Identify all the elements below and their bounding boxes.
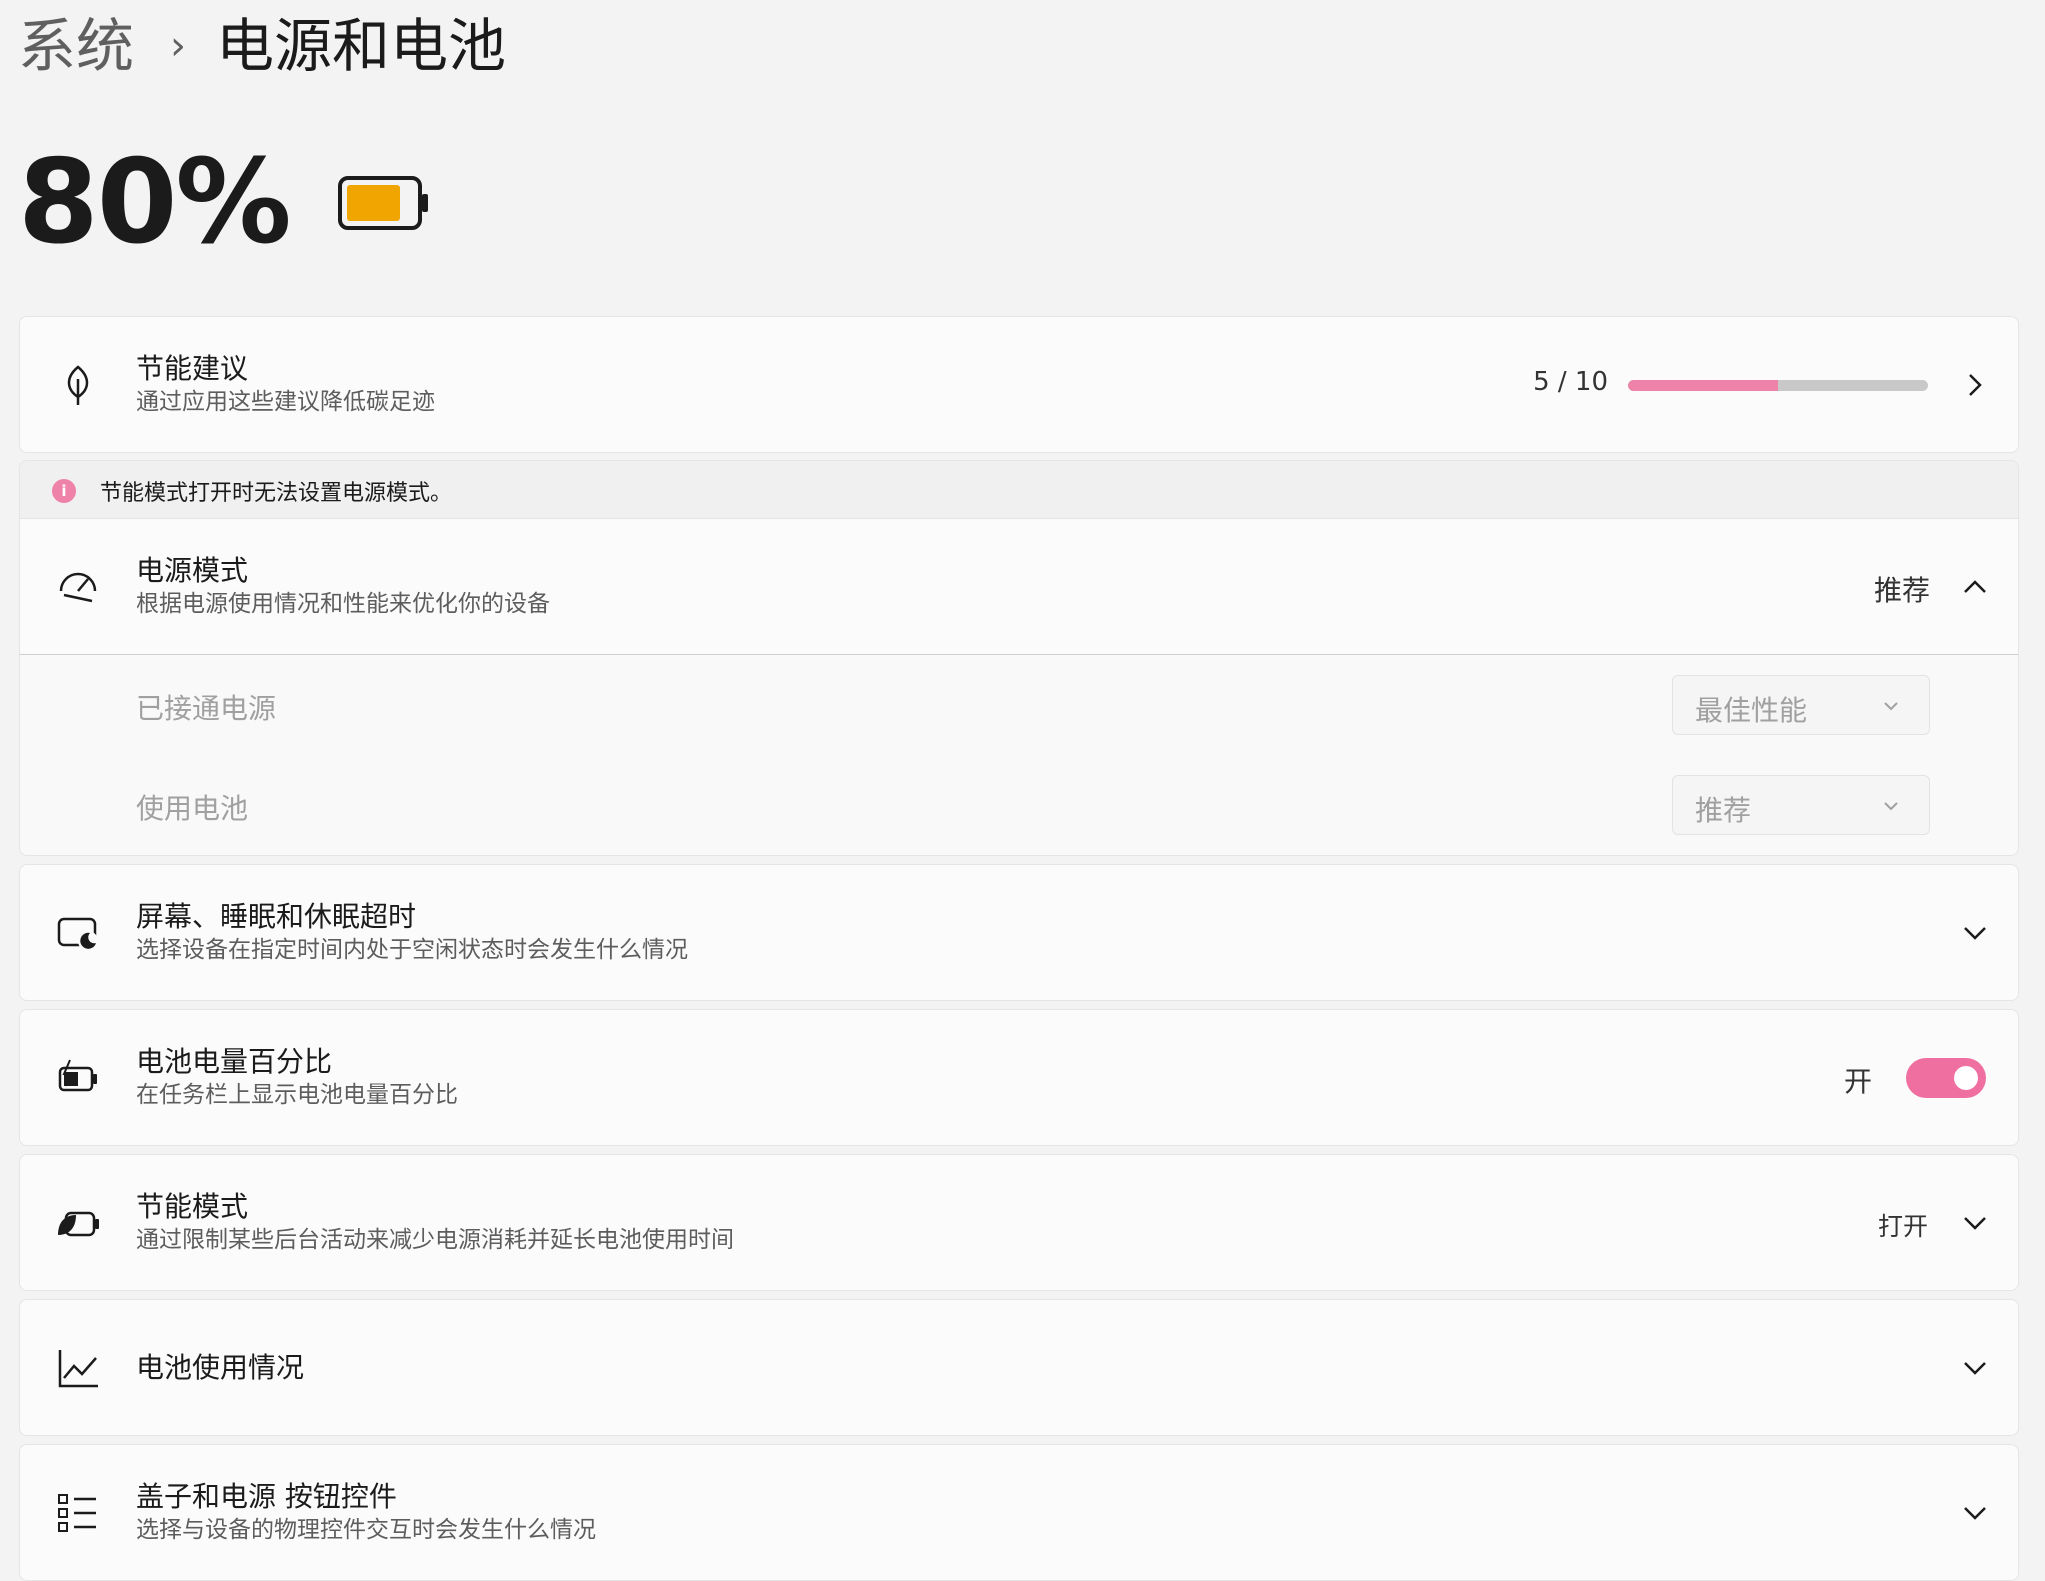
on-battery-mode-dropdown[interactable]: 推荐: [1672, 775, 1930, 835]
screen-sleep-card[interactable]: 屏幕、睡眠和休眠超时 选择设备在指定时间内处于空闲状态时会发生什么情况: [19, 864, 2019, 1001]
plugged-in-mode-dropdown[interactable]: 最佳性能: [1672, 675, 1930, 735]
recommendations-progress-count: 5 / 10: [1533, 367, 1608, 397]
notice-text: 节能模式打开时无法设置电源模式。: [100, 481, 453, 506]
battery-percentage-card: 电池电量百分比 在任务栏上显示电池电量百分比 开: [19, 1009, 2019, 1146]
lid-power-buttons-title: 盖子和电源 按钮控件: [136, 1480, 397, 1513]
energy-recommendations-title: 节能建议: [136, 352, 249, 385]
plugged-in-mode-value: 最佳性能: [1695, 694, 1808, 727]
energy-recommendations-card[interactable]: 节能建议 通过应用这些建议降低碳足迹 5 / 10: [19, 316, 2019, 453]
power-mode-title: 电源模式: [136, 554, 249, 587]
list-controls-icon: [56, 1491, 100, 1535]
breadcrumb: 系统 › 电源和电池: [18, 10, 506, 82]
info-icon: i: [52, 479, 76, 503]
battery-icon: [337, 176, 430, 230]
screen-sleep-icon: [56, 911, 100, 955]
chevron-down-icon: [1881, 696, 1901, 716]
energy-saver-status: 打开: [1877, 1212, 1928, 1241]
energy-saver-subtitle: 通过限制某些后台活动来减少电源消耗并延长电池使用时间: [136, 1227, 734, 1253]
battery-percent-label: 80%: [18, 135, 292, 270]
power-mode-options: 已接通电源 最佳性能 使用电池 推荐: [19, 654, 2019, 856]
recommendations-progress-bar: [1628, 380, 1928, 391]
chevron-up-icon[interactable]: [1960, 572, 1990, 602]
recommendations-progress-fill: [1628, 380, 1778, 391]
battery-usage-card[interactable]: 电池使用情况: [19, 1299, 2019, 1436]
power-mode-subtitle: 根据电源使用情况和性能来优化你的设备: [136, 591, 550, 617]
battery-percentage-toggle-label: 开: [1843, 1065, 1872, 1098]
chevron-down-icon[interactable]: [1960, 1353, 1990, 1383]
battery-usage-title: 电池使用情况: [136, 1351, 305, 1384]
power-mode-card[interactable]: 电源模式 根据电源使用情况和性能来优化你的设备 推荐: [19, 518, 2019, 655]
line-chart-icon: [56, 1346, 100, 1390]
page-title: 电源和电池: [216, 12, 507, 80]
chevron-down-icon[interactable]: [1960, 1208, 1990, 1238]
on-battery-label: 使用电池: [136, 792, 249, 825]
energy-saver-notice: i 节能模式打开时无法设置电源模式。: [19, 460, 2019, 518]
chevron-down-icon[interactable]: [1960, 1498, 1990, 1528]
battery-percentage-subtitle: 在任务栏上显示电池电量百分比: [136, 1082, 458, 1108]
energy-saver-leaf-battery-icon: [56, 1201, 100, 1245]
screen-sleep-subtitle: 选择设备在指定时间内处于空闲状态时会发生什么情况: [136, 937, 688, 963]
lid-power-buttons-subtitle: 选择与设备的物理控件交互时会发生什么情况: [136, 1517, 596, 1543]
chevron-down-icon[interactable]: [1960, 918, 1990, 948]
lid-power-buttons-card[interactable]: 盖子和电源 按钮控件 选择与设备的物理控件交互时会发生什么情况: [19, 1444, 2019, 1581]
battery-status: 80%: [18, 138, 430, 268]
battery-percentage-toggle[interactable]: [1906, 1058, 1986, 1098]
toggle-knob: [1954, 1066, 1978, 1090]
on-battery-mode-value: 推荐: [1695, 794, 1752, 827]
battery-charging-icon: [56, 1056, 100, 1100]
chevron-down-icon: [1881, 796, 1901, 816]
energy-saver-card[interactable]: 节能模式 通过限制某些后台活动来减少电源消耗并延长电池使用时间 打开: [19, 1154, 2019, 1291]
plugged-in-label: 已接通电源: [136, 692, 277, 725]
leaf-icon: [56, 363, 100, 407]
energy-saver-title: 节能模式: [136, 1190, 249, 1223]
chevron-right-icon: [1960, 370, 1990, 400]
energy-recommendations-subtitle: 通过应用这些建议降低碳足迹: [136, 389, 435, 415]
breadcrumb-separator-icon: ›: [170, 23, 187, 69]
speedometer-icon: [56, 565, 100, 609]
power-mode-current-value: 推荐: [1873, 574, 1930, 607]
screen-sleep-title: 屏幕、睡眠和休眠超时: [136, 900, 417, 933]
breadcrumb-parent-system[interactable]: 系统: [18, 10, 134, 82]
battery-percentage-title: 电池电量百分比: [136, 1045, 333, 1078]
